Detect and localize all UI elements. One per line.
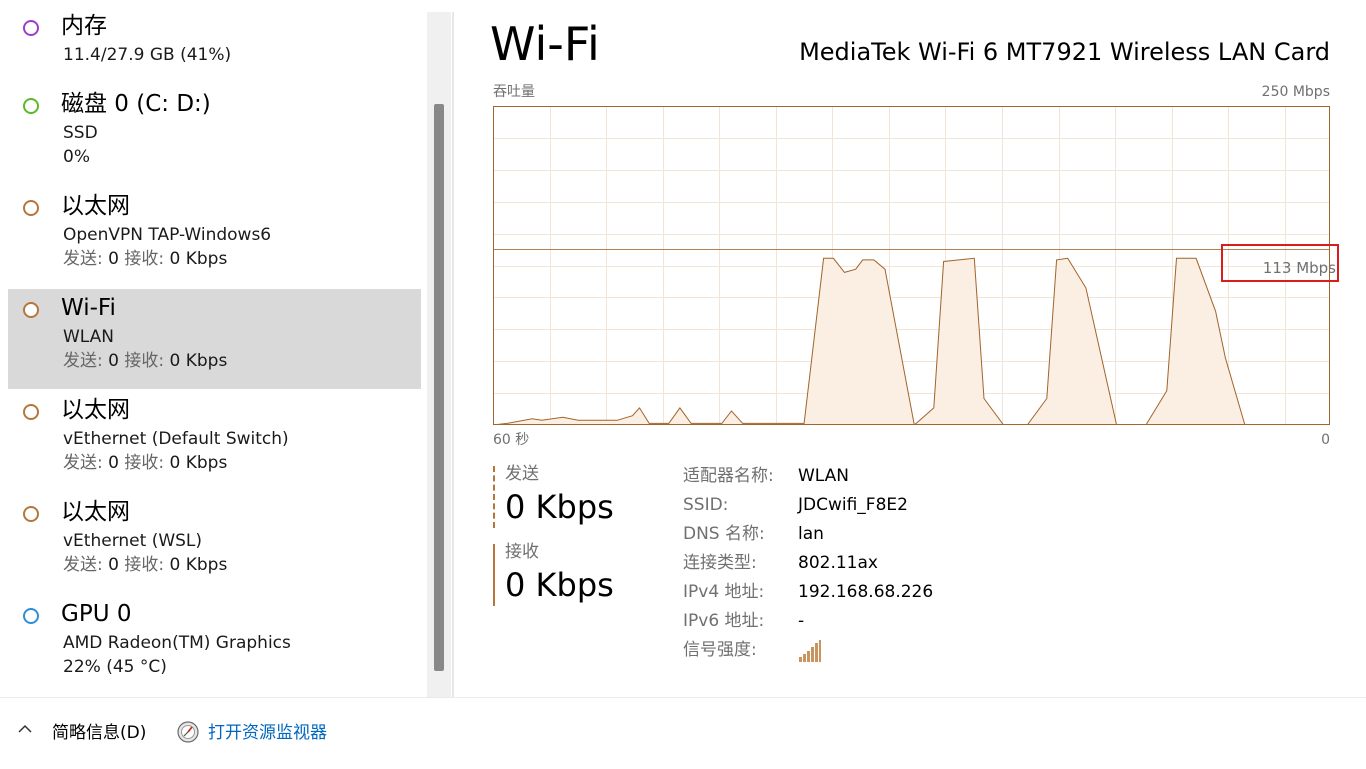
- prop-key: 信号强度:: [683, 640, 757, 660]
- receive-label: 接收: [505, 542, 539, 562]
- device-list: 内存 11.4/27.9 GB (41%) 磁盘 0 (C: D:) SSD 0% 以太网…: [0, 0, 452, 697]
- sidebar-item-title: 磁盘 0 (C: D:): [61, 91, 211, 117]
- prop-value: -: [798, 611, 805, 631]
- device-list-scrollbar-thumb[interactable]: [434, 104, 444, 671]
- prop-value: JDCwifi_F8E2: [798, 495, 908, 515]
- prop-value: 192.168.68.226: [798, 582, 934, 602]
- sidebar-item-subtitle: SSD: [63, 123, 98, 143]
- sidebar-item-4[interactable]: 以太网 vEthernet (Default Switch) 发送: 0 接收: 0…: [8, 391, 421, 491]
- sidebar-item-detail: 发送: 0 接收: 0 Kbps: [63, 351, 228, 371]
- chevron-up-icon[interactable]: [18, 724, 32, 734]
- prop-key: IPv4 地址:: [683, 582, 765, 602]
- send-indicator: [493, 466, 495, 528]
- prop-value: lan: [798, 524, 824, 544]
- pane-divider: [452, 12, 454, 697]
- receive-stat: 接收 0 Kbps: [493, 542, 643, 606]
- status-circle-icon: [23, 302, 39, 318]
- send-label: 发送: [505, 464, 539, 484]
- chart-x-start-label: 60 秒: [493, 432, 530, 448]
- sidebar-item-subtitle: vEthernet (Default Switch): [63, 429, 289, 449]
- sidebar-item-subtitle: 11.4/27.9 GB (41%): [63, 45, 232, 65]
- send-value: 0 Kbps: [505, 488, 614, 526]
- sidebar-item-1[interactable]: 磁盘 0 (C: D:) SSD 0%: [8, 85, 421, 185]
- sidebar-item-subtitle: AMD Radeon(TM) Graphics: [63, 633, 291, 653]
- scale-callout-box: 113 Mbps: [1221, 244, 1339, 282]
- prop-key: DNS 名称:: [683, 524, 765, 544]
- prop-key: SSID:: [683, 495, 729, 515]
- chart-scale-label: 113 Mbps: [1262, 259, 1336, 277]
- prop-key: 适配器名称:: [683, 466, 774, 486]
- resource-monitor-icon[interactable]: [177, 721, 199, 743]
- sidebar-item-title: 内存: [61, 13, 107, 39]
- sidebar-item-3[interactable]: Wi-Fi WLAN 发送: 0 接收: 0 Kbps: [8, 289, 421, 389]
- send-stat: 发送 0 Kbps: [493, 464, 643, 528]
- sidebar-item-title: Wi-Fi: [61, 295, 116, 321]
- sidebar-item-title: 以太网: [61, 193, 130, 219]
- sidebar-item-subtitle: WLAN: [63, 327, 115, 347]
- adapter-name: MediaTek Wi-Fi 6 MT7921 Wireless LAN Car…: [799, 38, 1330, 66]
- chart-y-max-label: 250 Mbps: [1261, 84, 1330, 100]
- sidebar-item-detail: 发送: 0 接收: 0 Kbps: [63, 453, 228, 473]
- receive-value: 0 Kbps: [505, 566, 614, 604]
- sidebar-item-detail: 发送: 0 接收: 0 Kbps: [63, 249, 228, 269]
- throughput-chart: [493, 106, 1330, 425]
- prop-value: WLAN: [798, 466, 850, 486]
- chart-y-title: 吞吐量: [493, 84, 535, 100]
- page-title: Wi-Fi: [490, 17, 600, 71]
- status-circle-icon: [23, 98, 39, 114]
- sidebar-item-detail: 22% (45 °C): [63, 657, 167, 677]
- sidebar-item-5[interactable]: 以太网 vEthernet (WSL) 发送: 0 接收: 0 Kbps: [8, 493, 421, 593]
- fewer-details-button[interactable]: 简略信息(D): [52, 722, 146, 744]
- sidebar-item-detail: 发送: 0 接收: 0 Kbps: [63, 555, 228, 575]
- status-circle-icon: [23, 608, 39, 624]
- open-resource-monitor-link[interactable]: 打开资源监视器: [208, 722, 327, 744]
- status-circle-icon: [23, 506, 39, 522]
- sidebar-item-2[interactable]: 以太网 OpenVPN TAP-Windows6 发送: 0 接收: 0 Kbps: [8, 187, 421, 287]
- sidebar-item-6[interactable]: GPU 0 AMD Radeon(TM) Graphics 22% (45 °C): [8, 595, 421, 695]
- signal-bars-icon: [798, 639, 822, 671]
- sidebar-item-title: 以太网: [61, 499, 130, 525]
- sidebar-item-title: 以太网: [61, 397, 130, 423]
- prop-key: IPv6 地址:: [683, 611, 765, 631]
- prop-key: 连接类型:: [683, 553, 757, 573]
- receive-indicator: [493, 544, 495, 606]
- sidebar-item-subtitle: OpenVPN TAP-Windows6: [63, 225, 272, 245]
- status-circle-icon: [23, 200, 39, 216]
- throughput-chart-svg: [493, 106, 1330, 425]
- sidebar-item-title: GPU 0: [61, 601, 132, 627]
- chart-x-end-label: 0: [1321, 432, 1330, 448]
- prop-value: 802.11ax: [798, 553, 878, 573]
- sidebar-item-detail: 0%: [63, 147, 90, 167]
- status-circle-icon: [23, 20, 39, 36]
- status-circle-icon: [23, 404, 39, 420]
- footer: 简略信息(D) 打开资源监视器: [0, 698, 1366, 769]
- sidebar-item-subtitle: vEthernet (WSL): [63, 531, 203, 551]
